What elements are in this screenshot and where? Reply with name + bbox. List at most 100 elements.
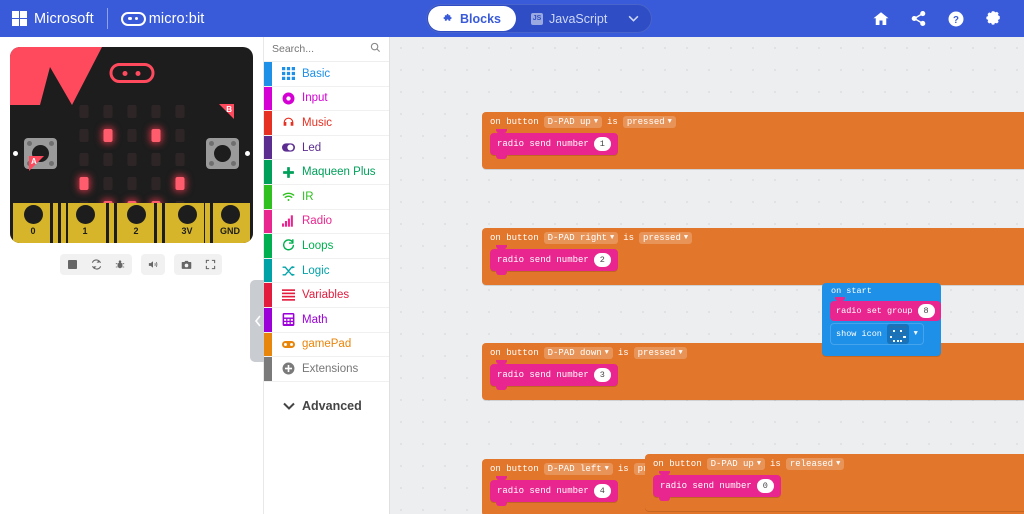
led-2-3	[151, 153, 160, 166]
event-block-footer	[482, 157, 1024, 169]
on-start-footer	[822, 346, 941, 356]
event-block-header: on button D-PAD up ▼ is released ▼	[645, 454, 1024, 473]
toolbox-category-label: Extensions	[302, 362, 359, 375]
show-icon-block[interactable]: show icon ▼	[830, 323, 924, 345]
button-dropdown[interactable]: D-PAD right ▼	[543, 231, 619, 244]
plus-icon	[282, 166, 295, 179]
radio-send-number-value[interactable]: 0	[756, 479, 774, 493]
category-color-stripe	[264, 357, 272, 381]
radio-send-number-value[interactable]: 4	[593, 484, 611, 498]
button-dropdown[interactable]: D-PAD up ▼	[543, 115, 603, 128]
toolbox-search[interactable]	[264, 37, 389, 62]
js-icon: JS	[531, 12, 543, 25]
radio-send-number-block[interactable]: radio send number 0	[653, 471, 781, 501]
led-2-1	[103, 153, 112, 166]
radio-send-number-value[interactable]: 1	[593, 137, 611, 151]
chevron-down-icon: ▼	[836, 459, 841, 468]
toolbox-category-radio[interactable]: Radio	[264, 209, 389, 235]
blocks-workspace[interactable]: on button D-PAD up ▼ is pressed ▼ radio send n…	[390, 37, 1024, 514]
event-block-footer	[482, 273, 1024, 285]
pin-3v[interactable]: 3V	[170, 203, 204, 243]
radio-send-number-block[interactable]: radio send number 3	[490, 360, 618, 390]
toolbox-category-basic[interactable]: Basic	[264, 62, 389, 87]
collapse-simulator-handle[interactable]	[250, 280, 265, 362]
led-0-3	[151, 105, 160, 118]
event-middle-label: is	[770, 458, 781, 469]
button-b[interactable]	[206, 138, 239, 169]
radio-send-number-block[interactable]: radio send number 1	[490, 129, 618, 159]
pin-0[interactable]: 0	[16, 203, 50, 243]
event-middle-label: is	[623, 232, 635, 243]
radio-set-group-block[interactable]: radio set group 8	[830, 297, 941, 321]
microbit-label: micro:bit	[148, 10, 205, 27]
toolbox-category-logic[interactable]: Logic	[264, 258, 389, 284]
microbit-logo-icon: micro:bit	[120, 10, 205, 27]
tab-javascript[interactable]: JS JavaScript	[516, 4, 622, 33]
radio-send-number-value[interactable]: 3	[593, 368, 611, 382]
state-dropdown[interactable]: pressed▼	[622, 115, 676, 128]
mute-button[interactable]	[141, 254, 165, 275]
button-dropdown-value: D-PAD right	[547, 232, 608, 243]
magnifier-icon[interactable]	[370, 40, 381, 58]
state-dropdown[interactable]: pressed▼	[639, 231, 693, 244]
grid-icon	[282, 67, 295, 81]
toolbox-category-input[interactable]: Input	[264, 86, 389, 112]
toolbox-category-label: Maqueen Plus	[302, 166, 376, 179]
radio-send-number-value[interactable]: 2	[593, 253, 611, 267]
toolbox-category-maqueen-plus[interactable]: Maqueen Plus	[264, 160, 389, 185]
button-a-label: A	[31, 157, 37, 166]
radio-set-group-value[interactable]: 8	[917, 304, 935, 318]
toolbox-category-loops[interactable]: Loops	[264, 234, 389, 259]
toolbox-category-gamepad[interactable]: gamePad	[264, 332, 389, 358]
led-3-1	[103, 177, 112, 190]
icon-preview-matrix[interactable]	[886, 324, 909, 344]
toolbox-category-label: IR	[302, 190, 314, 203]
state-dropdown[interactable]: released ▼	[785, 457, 845, 470]
chevron-down-icon[interactable]	[622, 13, 652, 25]
event-block-header: on button D-PAD right ▼ is pressed ▼	[482, 228, 1024, 247]
on-start-block[interactable]: on start radio set group 8 show icon ▼	[822, 283, 941, 356]
simulator-toolbar	[60, 254, 222, 275]
category-color-stripe	[264, 111, 272, 135]
radio-send-number-block[interactable]: radio send number 4	[490, 476, 618, 506]
event-block[interactable]: on button D-PAD up ▼ is released ▼ radio send …	[645, 454, 1024, 511]
pin-1[interactable]: 1	[68, 203, 102, 243]
event-block[interactable]: on button D-PAD right ▼ is pressed ▼ radio sen…	[482, 228, 1024, 285]
pin-gnd[interactable]: GND	[213, 203, 247, 243]
search-input[interactable]	[272, 43, 364, 55]
toolbox-category-variables[interactable]: Variables	[264, 283, 389, 308]
restart-button[interactable]	[84, 254, 108, 275]
toolbox-category-music[interactable]: Music	[264, 111, 389, 136]
toolbox-category-label: Loops	[302, 239, 334, 252]
event-block[interactable]: on button D-PAD down ▼ is pressed ▼ radio send…	[482, 343, 1024, 400]
event-block[interactable]: on button D-PAD up ▼ is pressed ▼ radio send n…	[482, 112, 1024, 169]
home-icon[interactable]	[872, 10, 890, 28]
toolbox-category-extensions[interactable]: Extensions	[264, 357, 389, 382]
settings-gear-icon[interactable]	[985, 10, 1002, 27]
toolbox-category-led[interactable]: Led	[264, 135, 389, 161]
debug-button[interactable]	[108, 254, 132, 275]
button-dropdown[interactable]: D-PAD down ▼	[543, 346, 613, 359]
app-header: Microsoft micro:bit Blocks JS JavaScript	[0, 0, 1024, 37]
category-color-stripe	[264, 209, 272, 234]
pin-2[interactable]: 2	[119, 203, 153, 243]
toolbox-category-ir[interactable]: IR	[264, 184, 389, 210]
radio-send-number-block[interactable]: radio send number 2	[490, 245, 618, 275]
state-dropdown[interactable]: pressed▼	[633, 346, 687, 359]
category-color-stripe	[264, 184, 272, 209]
button-dropdown[interactable]: D-PAD up ▼	[706, 457, 766, 470]
led-3-0	[79, 177, 88, 190]
help-icon[interactable]: ?	[947, 10, 965, 28]
toolbox-category-math[interactable]: Math	[264, 307, 389, 333]
editor-mode-toggle[interactable]: Blocks JS JavaScript	[426, 4, 653, 33]
pin-3v-label: 3V	[181, 226, 193, 236]
stop-button[interactable]	[60, 254, 84, 275]
screenshot-button[interactable]	[174, 254, 198, 275]
microbit-corner-decoration	[10, 47, 102, 105]
button-dropdown[interactable]: D-PAD left ▼	[543, 462, 613, 475]
fullscreen-button[interactable]	[198, 254, 222, 275]
tab-blocks[interactable]: Blocks	[428, 6, 516, 31]
share-icon[interactable]	[910, 10, 927, 27]
microbit-simulator[interactable]: A B 0 1 2 3V GND	[10, 47, 253, 243]
toolbox-category-advanced[interactable]: Advanced	[264, 389, 389, 423]
